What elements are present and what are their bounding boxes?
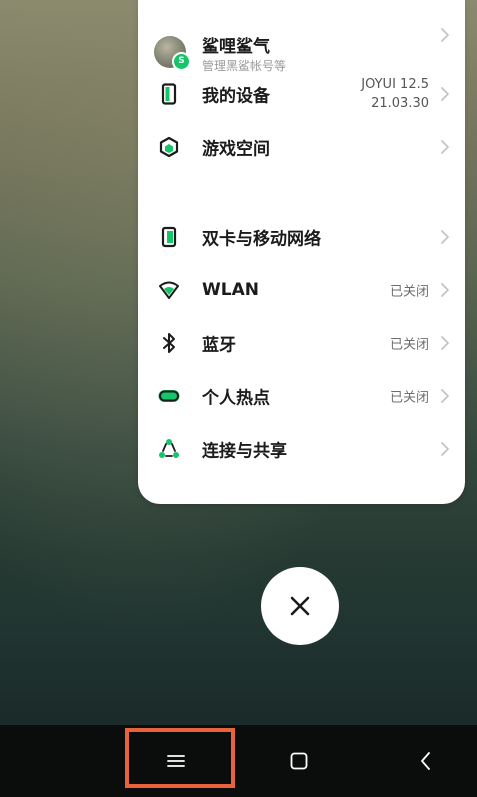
hotspot-row[interactable]: 个人热点 已关闭 (138, 370, 465, 422)
wlan-label: WLAN (202, 280, 259, 300)
bluetooth-status: 已关闭 (389, 337, 429, 353)
back-icon (421, 752, 430, 770)
sim-card-icon (156, 224, 182, 250)
account-row[interactable]: S 鲨哩鲨气 管理黑鲨帐号等 (138, 0, 465, 73)
phone-device-icon (156, 81, 182, 107)
recent-apps-highlight (125, 728, 235, 788)
chevron-right-icon (441, 336, 449, 350)
home-button[interactable] (259, 725, 339, 797)
bluetooth-row[interactable]: 蓝牙 已关闭 (138, 317, 465, 369)
connection-sharing-label: 连接与共享 (202, 441, 287, 462)
wlan-status: 已关闭 (389, 284, 429, 300)
build-date: 21.03.30 (371, 96, 429, 111)
connection-sharing-row[interactable]: 连接与共享 (138, 423, 465, 475)
hexagon-game-icon (156, 134, 182, 160)
chevron-right-icon (441, 389, 449, 403)
game-space-row[interactable]: 游戏空间 (138, 121, 465, 173)
wifi-icon (156, 277, 182, 303)
navigation-bar (0, 725, 477, 797)
bluetooth-icon (156, 330, 182, 356)
home-icon (290, 752, 308, 770)
close-icon (290, 596, 310, 616)
my-device-label: 我的设备 (202, 86, 270, 107)
dual-sim-row[interactable]: 双卡与移动网络 (138, 211, 465, 263)
chevron-right-icon (441, 28, 449, 42)
dual-sim-label: 双卡与移动网络 (202, 229, 321, 250)
wlan-row[interactable]: WLAN 已关闭 (138, 264, 465, 316)
chevron-right-icon (441, 230, 449, 244)
hotspot-icon (156, 383, 182, 409)
chevron-right-icon (441, 283, 449, 297)
hotspot-label: 个人热点 (202, 388, 270, 409)
os-version: JOYUI 12.5 (361, 77, 429, 92)
share-connect-icon (156, 436, 182, 462)
game-space-label: 游戏空间 (202, 139, 270, 160)
close-button[interactable] (261, 567, 339, 645)
chevron-right-icon (441, 87, 449, 101)
account-name: 鲨哩鲨气 (202, 37, 270, 57)
back-button[interactable] (386, 725, 466, 797)
settings-panel: S 鲨哩鲨气 管理黑鲨帐号等 我的设备 JOYUI 12.5 21.03.30 (138, 0, 465, 504)
bluetooth-label: 蓝牙 (202, 335, 236, 356)
chevron-right-icon (441, 140, 449, 154)
hotspot-status: 已关闭 (389, 390, 429, 406)
chevron-right-icon (441, 442, 449, 456)
device-version: JOYUI 12.5 21.03.30 (361, 75, 429, 113)
